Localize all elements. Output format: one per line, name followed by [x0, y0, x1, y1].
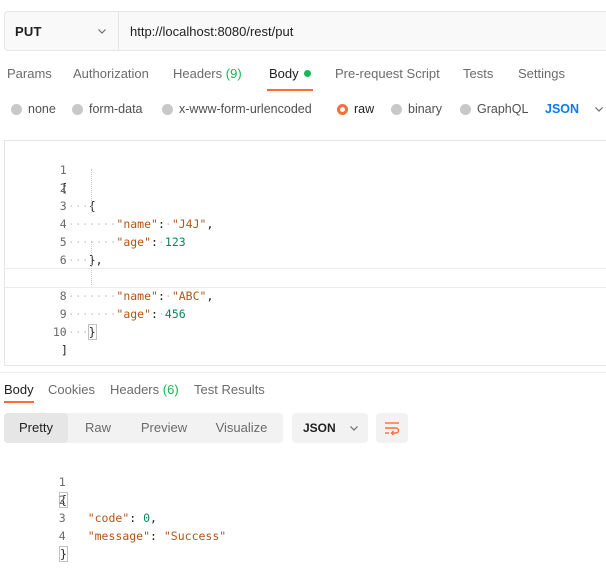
- response-tab-cookies[interactable]: Cookies: [48, 382, 95, 397]
- request-bar: PUT http://localhost:8080/rest/put: [4, 11, 606, 51]
- radio-label: x-www-form-urlencoded: [179, 102, 312, 116]
- indent-guide: [91, 241, 92, 285]
- tab-label: Body: [269, 66, 299, 81]
- chevron-down-icon: [98, 29, 106, 34]
- tab-label: Headers: [173, 66, 223, 81]
- radio-circle-icon: [460, 103, 471, 115]
- tab-label: Settings: [518, 66, 565, 81]
- tab-label: Pre-request Script: [335, 66, 440, 81]
- chevron-down-icon: [595, 107, 603, 112]
- tab-label: Test Results: [194, 382, 265, 397]
- method-select[interactable]: PUT: [5, 12, 119, 50]
- radio-circle-icon: [72, 103, 83, 115]
- code-line: 10 ]: [5, 305, 606, 357]
- code-line: 1 {: [4, 455, 606, 508]
- headers-count: (9): [225, 66, 242, 81]
- active-tab-indicator: [4, 401, 34, 403]
- wrap-lines-icon: [385, 422, 400, 435]
- response-tab-body[interactable]: Body: [4, 382, 34, 397]
- code-line: 3 "message": "Success": [4, 491, 606, 543]
- radio-selected-icon: [337, 103, 348, 115]
- tab-label: Headers: [110, 382, 160, 397]
- radio-label: raw: [354, 102, 375, 116]
- radio-label: GraphQL: [477, 102, 529, 116]
- line-number: 4: [58, 529, 66, 543]
- radio-label: none: [28, 102, 56, 116]
- code-line: 9 ····}: [5, 287, 606, 340]
- body-language-select[interactable]: JSON: [545, 102, 605, 116]
- response-body-viewer[interactable]: 1 { 2 "code": 0, 3 "message": "Success" …: [4, 455, 606, 562]
- tab-pre-request-script[interactable]: Pre-request Script: [335, 66, 440, 81]
- response-tab-test-results[interactable]: Test Results: [194, 382, 265, 397]
- brace: }: [59, 546, 68, 562]
- view-raw-button[interactable]: Raw: [68, 413, 128, 443]
- tab-params[interactable]: Params: [7, 66, 52, 81]
- code-line: 1 [: [5, 143, 606, 195]
- method-label: PUT: [15, 23, 42, 39]
- brace: }: [87, 324, 97, 340]
- tab-body[interactable]: Body: [269, 66, 311, 81]
- wrap-lines-button[interactable]: [376, 413, 408, 443]
- code-line: 6 ····{: [5, 233, 606, 286]
- headers-count: (6): [162, 382, 179, 397]
- request-tabs: Params Authorization Headers (9) Body Pr…: [0, 62, 606, 91]
- radio-binary[interactable]: binary: [391, 102, 442, 116]
- json-string-value: "Success": [163, 529, 227, 543]
- indent-guide: [91, 169, 92, 213]
- radio-circle-icon: [162, 103, 173, 115]
- code-line: 3 ········"name":·"J4J",: [5, 179, 606, 231]
- json-key: "message": [87, 529, 151, 543]
- tab-label: Params: [7, 66, 52, 81]
- current-code-line: 8 ········"age":·456: [5, 268, 606, 321]
- response-tabs: Body Cookies Headers (6) Test Results: [0, 380, 606, 403]
- radio-circle-icon: [11, 103, 22, 115]
- tab-label: Body: [4, 382, 34, 397]
- response-format-select[interactable]: JSON: [292, 413, 368, 443]
- request-body-editor[interactable]: 1 [ 2 ····{ 3 ········"name":·"J4J", 4 ·…: [4, 140, 606, 366]
- body-type-options: none form-data x-www-form-urlencoded raw…: [0, 100, 606, 122]
- radio-label: form-data: [89, 102, 143, 116]
- radio-x-www-form-urlencoded[interactable]: x-www-form-urlencoded: [162, 102, 312, 116]
- radio-none[interactable]: none: [11, 102, 56, 116]
- code-line: 7 ········"name":·"ABC",: [5, 251, 606, 303]
- response-tab-headers[interactable]: Headers (6): [110, 382, 179, 397]
- format-label: JSON: [303, 421, 336, 435]
- code-line: 4 ········"age":·123: [5, 197, 606, 249]
- tab-label: Tests: [463, 66, 494, 81]
- tab-authorization[interactable]: Authorization: [73, 66, 149, 81]
- section-divider: [0, 372, 606, 373]
- view-visualize-button[interactable]: Visualize: [200, 413, 283, 443]
- url-input[interactable]: http://localhost:8080/rest/put: [119, 12, 606, 50]
- bracket: ]: [61, 343, 68, 357]
- language-label: JSON: [545, 102, 580, 116]
- line-number: 10: [52, 325, 67, 339]
- code-line: 2 "code": 0,: [4, 473, 606, 525]
- modified-dot-icon: [303, 70, 311, 77]
- view-pretty-button[interactable]: Pretty: [4, 413, 68, 443]
- active-tab-indicator: [267, 89, 313, 91]
- radio-raw[interactable]: raw: [337, 102, 374, 116]
- code-line: 5 ····},: [5, 215, 606, 267]
- code-line: 4 }: [4, 509, 606, 562]
- tab-settings[interactable]: Settings: [518, 66, 565, 81]
- tab-label: Cookies: [48, 382, 95, 397]
- chevron-down-icon: [349, 426, 358, 431]
- view-mode-segmented-control: Pretty Raw Preview Visualize: [4, 413, 283, 443]
- radio-form-data[interactable]: form-data: [72, 102, 143, 116]
- radio-label: binary: [408, 102, 443, 116]
- tab-label: Authorization: [73, 66, 149, 81]
- radio-circle-icon: [391, 103, 402, 115]
- code-line: 2 ····{: [5, 161, 606, 213]
- view-preview-button[interactable]: Preview: [128, 413, 200, 443]
- tab-headers[interactable]: Headers (9): [173, 66, 242, 81]
- radio-graphql[interactable]: GraphQL: [460, 102, 528, 116]
- tab-tests[interactable]: Tests: [463, 66, 493, 81]
